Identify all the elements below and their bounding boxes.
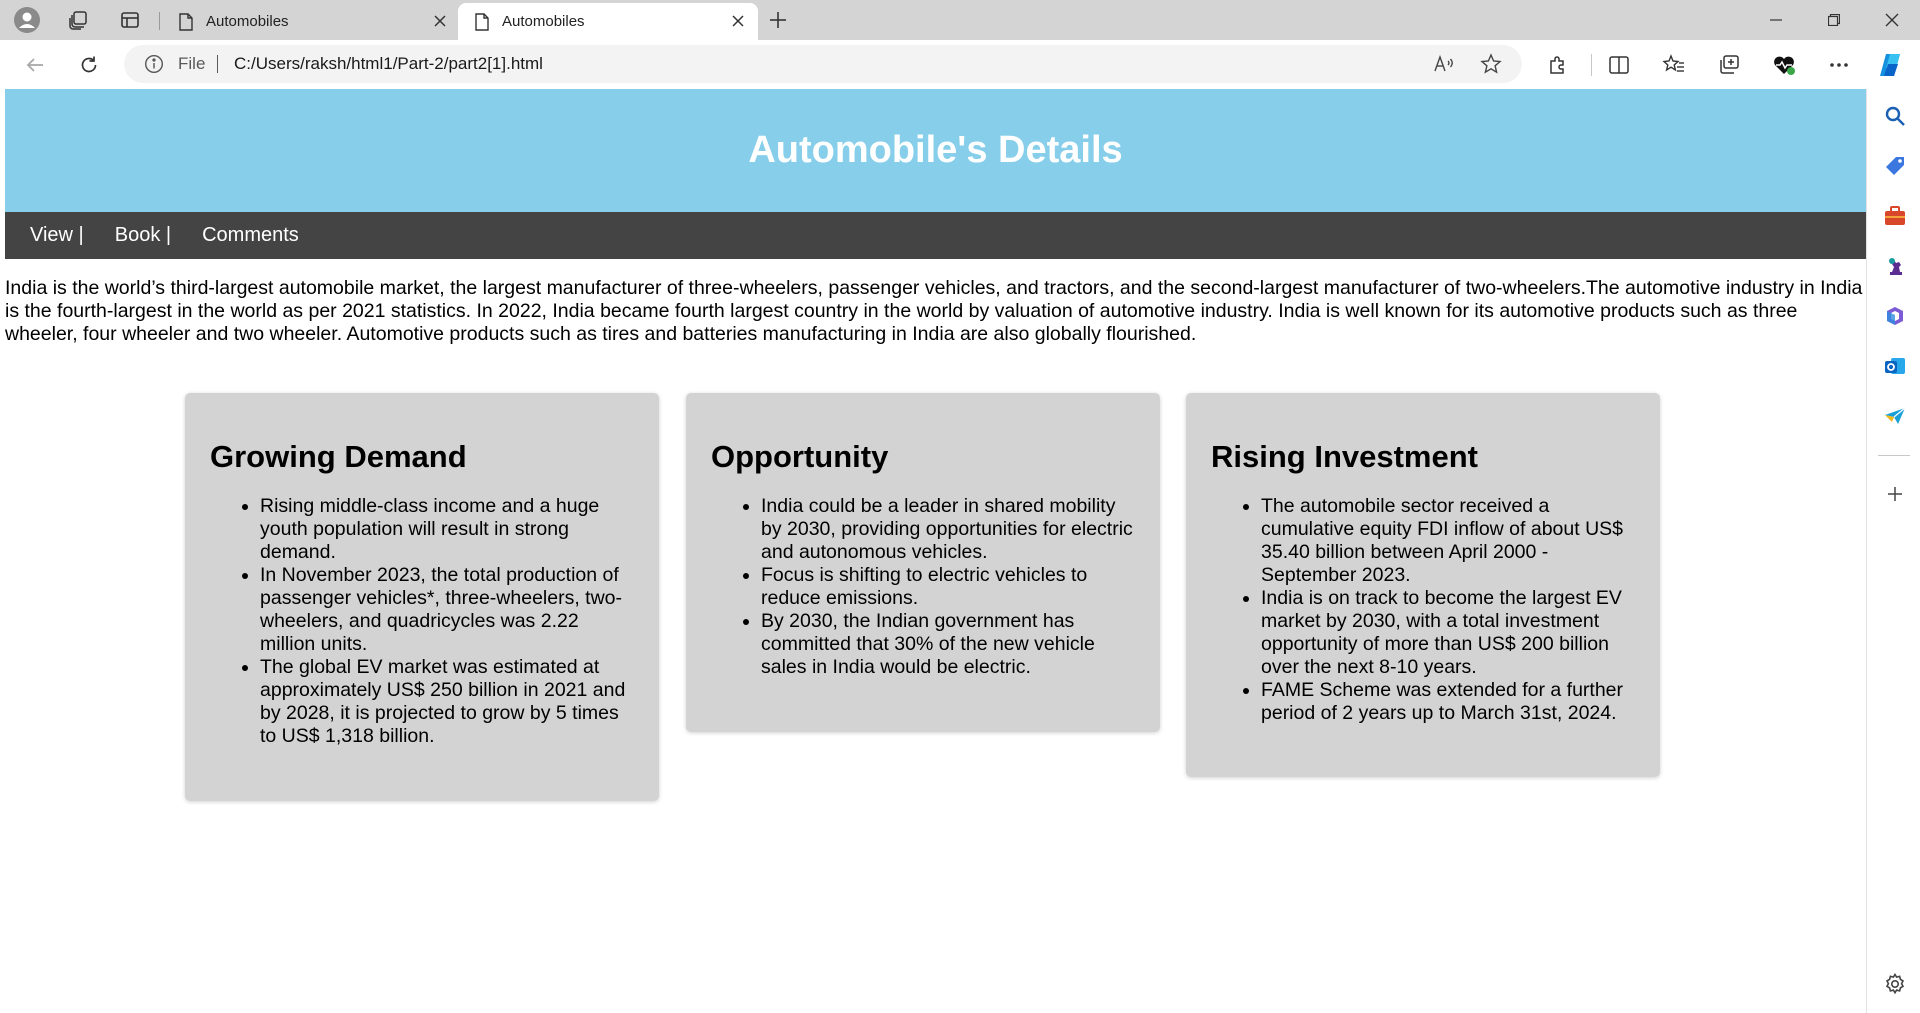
- profile-icon[interactable]: [11, 4, 43, 36]
- microsoft-365-icon[interactable]: [1882, 303, 1908, 329]
- new-tab-button[interactable]: [762, 4, 794, 36]
- sidebar-divider: [1878, 455, 1910, 456]
- favorites-icon[interactable]: [1657, 48, 1691, 82]
- info-icon[interactable]: [144, 54, 164, 74]
- card-list: The automobile sector received a cumulat…: [1211, 495, 1635, 725]
- collections-icon[interactable]: [1712, 48, 1746, 82]
- list-item: The global EV market was estimated at ap…: [260, 656, 634, 748]
- restore-icon: [1828, 14, 1840, 26]
- minimize-icon: [1770, 19, 1782, 21]
- add-icon[interactable]: [1882, 481, 1908, 507]
- nav-link-view[interactable]: View |: [30, 224, 84, 247]
- tab-automobiles-1[interactable]: Automobiles: [162, 3, 460, 40]
- card-list: India could be a leader in shared mobili…: [711, 495, 1135, 679]
- page-viewport: Automobile's Details View | Book | Comme…: [5, 89, 1866, 1013]
- site-nav: View | Book | Comments: [5, 212, 1866, 259]
- list-item: The automobile sector received a cumulat…: [1261, 495, 1635, 587]
- plus-icon: [770, 12, 786, 28]
- refresh-icon: [81, 56, 97, 73]
- card-title: Opportunity: [711, 439, 889, 474]
- card-title: Rising Investment: [1211, 439, 1478, 474]
- list-item: Focus is shifting to electric vehicles t…: [761, 564, 1135, 610]
- list-item: In November 2023, the total production o…: [260, 564, 634, 656]
- nav-link-comments[interactable]: Comments: [202, 224, 299, 247]
- tab-divider: [159, 12, 160, 30]
- heart-pulse-icon[interactable]: [1767, 48, 1801, 82]
- outlook-icon[interactable]: [1882, 353, 1908, 379]
- list-item: Rising middle-class income and a huge yo…: [260, 495, 634, 564]
- site-scheme-label: File: [178, 54, 206, 73]
- page-icon: [179, 12, 193, 31]
- card-rising-investment: Rising Investment The automobile sector …: [1186, 393, 1660, 777]
- card-title: Growing Demand: [210, 439, 467, 474]
- more-icon[interactable]: [1822, 48, 1856, 82]
- close-icon[interactable]: [430, 11, 450, 31]
- copilot-icon[interactable]: [1875, 48, 1909, 82]
- address-bar[interactable]: File C:/Users/raksh/html1/Part-2/part2[1…: [124, 45, 1522, 83]
- drop-icon[interactable]: [1882, 403, 1908, 429]
- edge-sidebar: [1866, 89, 1920, 1013]
- tab-title: Automobiles: [502, 13, 585, 30]
- read-aloud-icon[interactable]: [1429, 49, 1459, 79]
- address-separator: [217, 55, 218, 73]
- close-window-button[interactable]: [1868, 0, 1916, 40]
- back-arrow-icon: [26, 58, 43, 72]
- card-growing-demand: Growing Demand Rising middle-class incom…: [185, 393, 659, 801]
- list-item: By 2030, the Indian government has commi…: [761, 610, 1135, 679]
- workspaces-icon[interactable]: [62, 4, 94, 36]
- site-header: Automobile's Details: [5, 89, 1866, 212]
- restore-button[interactable]: [1810, 0, 1858, 40]
- tools-briefcase-icon[interactable]: [1882, 203, 1908, 229]
- tab-strip: Automobiles Automobiles: [0, 0, 1920, 40]
- page-title: Automobile's Details: [748, 129, 1123, 171]
- list-item: India is on track to become the largest …: [1261, 587, 1635, 679]
- list-item: India could be a leader in shared mobili…: [761, 495, 1135, 564]
- extensions-icon[interactable]: [1541, 48, 1575, 82]
- card-opportunity: Opportunity India could be a leader in s…: [686, 393, 1160, 732]
- star-icon[interactable]: [1476, 49, 1506, 79]
- tab-title: Automobiles: [206, 13, 289, 30]
- card-list: Rising middle-class income and a huge yo…: [210, 495, 634, 748]
- url-text[interactable]: C:/Users/raksh/html1/Part-2/part2[1].htm…: [234, 54, 543, 74]
- vertical-tabs-icon[interactable]: [114, 4, 146, 36]
- back-button[interactable]: [18, 48, 52, 82]
- page-icon: [475, 12, 489, 31]
- intro-paragraph: India is the world’s third-largest autom…: [5, 277, 1863, 345]
- close-icon: [1885, 13, 1899, 27]
- close-icon[interactable]: [728, 11, 748, 31]
- nav-link-book[interactable]: Book |: [115, 224, 171, 247]
- tab-automobiles-2[interactable]: Automobiles: [458, 3, 758, 40]
- browser-toolbar: File C:/Users/raksh/html1/Part-2/part2[1…: [0, 40, 1920, 89]
- list-item: FAME Scheme was extended for a further p…: [1261, 679, 1635, 725]
- shopping-tag-icon[interactable]: [1882, 153, 1908, 179]
- minimize-button[interactable]: [1752, 0, 1800, 40]
- games-icon[interactable]: [1882, 253, 1908, 279]
- toolbar-divider: [1591, 54, 1592, 76]
- refresh-button[interactable]: [72, 48, 106, 82]
- settings-icon[interactable]: [1882, 971, 1908, 997]
- split-screen-icon[interactable]: [1602, 48, 1636, 82]
- search-icon[interactable]: [1882, 103, 1908, 129]
